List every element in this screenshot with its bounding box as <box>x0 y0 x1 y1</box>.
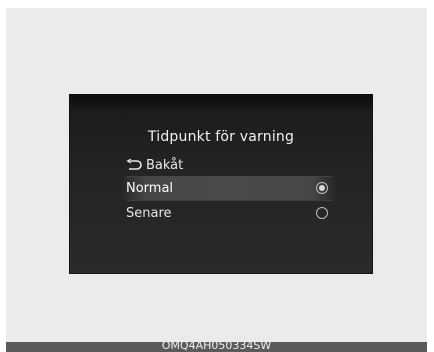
option-label: Senare <box>126 205 172 221</box>
display-screen: Tidpunkt för varning Bakåt Normal Senare <box>69 94 373 274</box>
back-button[interactable]: Bakåt <box>126 156 183 174</box>
image-code-caption: OMQ4AH050334SW <box>161 342 272 352</box>
option-senare[interactable]: Senare <box>121 201 337 225</box>
back-label: Bakåt <box>146 157 184 173</box>
menu-title: Tidpunkt för varning <box>147 129 295 145</box>
caption-bar: OMQ4AH050334SW <box>6 342 427 352</box>
back-arrow-icon <box>126 159 142 170</box>
option-label: Normal <box>126 180 174 196</box>
radio-selected-icon <box>316 182 328 194</box>
radio-empty-icon <box>316 207 328 219</box>
figure-frame: Tidpunkt för varning Bakåt Normal Senare <box>6 8 427 342</box>
option-normal[interactable]: Normal <box>121 176 337 200</box>
